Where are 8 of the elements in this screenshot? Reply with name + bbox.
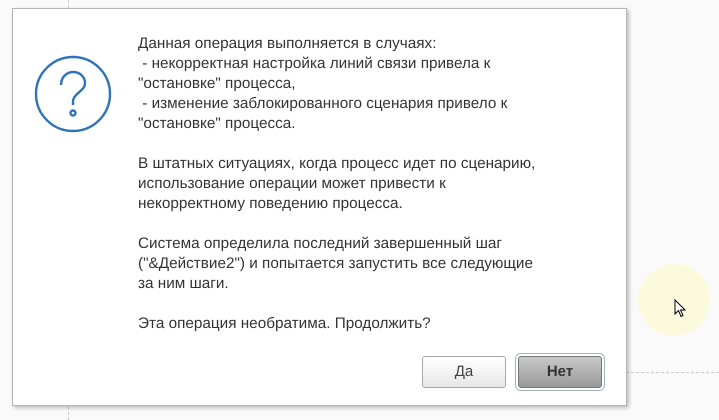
message-text: Эта операция необратима. Продолжить? [138,314,432,334]
message-text: Система определила последний завершенный шаг ("&Действие2") и попытается запустить все следующие за ним шаги. [138,234,534,294]
cursor-icon [674,299,686,318]
question-icon [34,55,112,133]
default-button[interactable]: Нет [518,356,602,388]
message-text: В штатных ситуациях, когда процесс идет по сценарию, использование операции может привести к некорректному поведению процесса. [138,154,536,214]
message-text: Данная операция выполняется в случаях: - некорректная настройка линий связи привела к "остановке" процесса, - изменение заблокированного сценария привело к "остановке" процесса. [138,34,508,134]
dialog-button[interactable]: Да [422,356,506,388]
